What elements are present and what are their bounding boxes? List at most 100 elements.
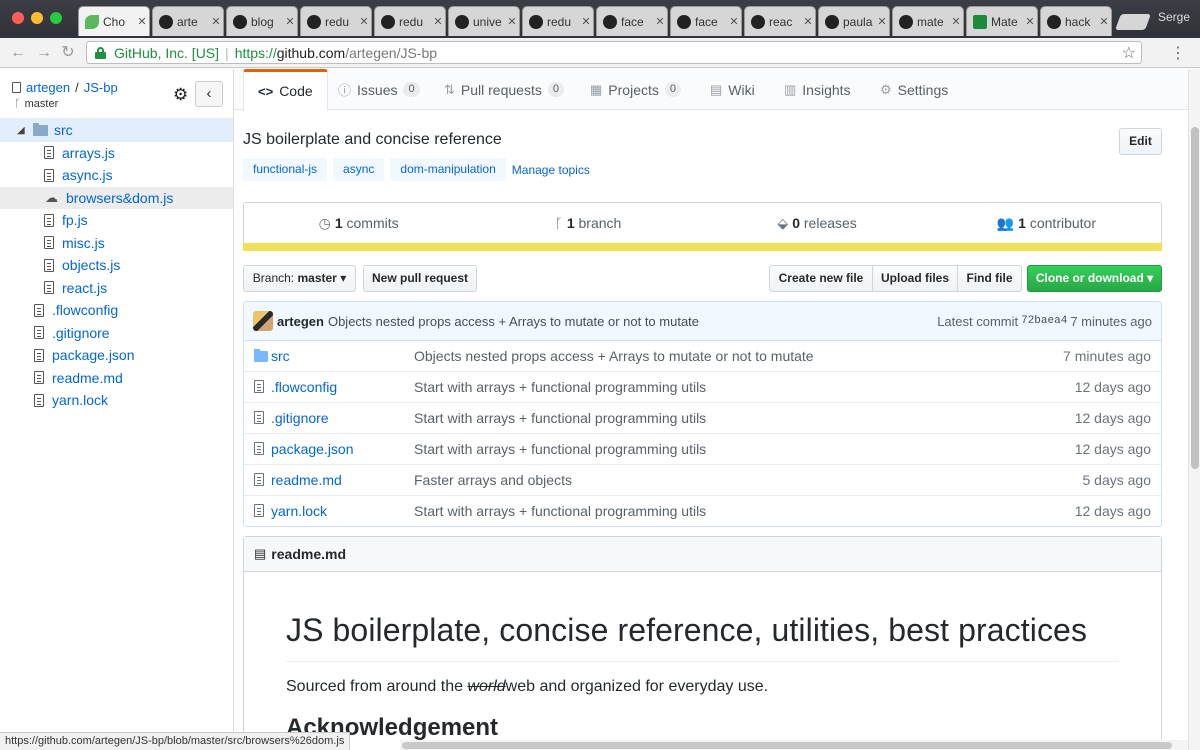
profile-name[interactable]: Serge [1158,10,1190,24]
tab-issues[interactable]: ⓘ Issues 0 [324,69,434,110]
ev-certificate-label[interactable]: GitHub, Inc. [US] [114,45,219,61]
tree-file[interactable]: misc.js [0,232,233,255]
file-name-link[interactable]: src [271,348,414,364]
close-icon[interactable]: ✕ [505,15,519,28]
browser-tab[interactable]: unive ✕ [448,6,520,36]
scrollbar-thumb[interactable] [1191,127,1199,469]
manage-topics-link[interactable]: Manage topics [512,163,590,177]
file-name-link[interactable]: readme.md [271,472,414,488]
tab-code[interactable]: <> Code [243,69,328,111]
close-icon[interactable]: ✕ [949,15,963,28]
close-icon[interactable]: ✕ [727,15,741,28]
close-icon[interactable]: ✕ [1023,15,1037,28]
close-icon[interactable]: ✕ [875,15,889,28]
address-bar[interactable]: GitHub, Inc. [US] | https://github.com/a… [86,41,1142,64]
tree-file[interactable]: react.js [0,277,233,300]
close-icon[interactable]: ✕ [431,15,445,28]
upload-files-button[interactable]: Upload files [872,265,958,292]
commit-sha[interactable]: 72baea4 [1021,315,1067,327]
edit-description-button[interactable]: Edit [1119,128,1162,155]
new-pull-request-button[interactable]: New pull request [363,265,477,292]
sidebar-repo-link[interactable]: JS-bp [84,80,118,95]
sidebar-owner-link[interactable]: artegen [26,80,70,95]
tab-settings[interactable]: ⚙ Settings [866,69,962,110]
expanded-arrow-icon[interactable]: ◢ [17,125,27,136]
branch-select-button[interactable]: Branch: master ▾ [243,265,356,292]
file-name-link[interactable]: yarn.lock [271,503,414,519]
browser-tab[interactable]: Mate ✕ [966,6,1038,36]
browser-tab[interactable]: arte ✕ [152,6,224,36]
tree-file[interactable]: readme.md [0,367,233,390]
topic-tag[interactable]: dom-manipulation [390,158,506,181]
file-name-link[interactable]: .gitignore [271,410,414,426]
tree-file[interactable]: ☁ browsers&dom.js [0,186,233,209]
tree-file[interactable]: arrays.js [0,142,233,165]
file-commit-message[interactable]: Objects nested props access + Arrays to … [414,348,1011,364]
close-icon[interactable]: ✕ [357,15,371,28]
browser-tab[interactable]: face ✕ [670,6,742,36]
close-icon[interactable]: ✕ [653,15,667,28]
commit-author[interactable]: artegen [277,314,324,329]
tree-file[interactable]: yarn.lock [0,389,233,412]
close-window-button[interactable] [12,12,24,24]
topic-tag[interactable]: async [333,158,385,181]
file-commit-message[interactable]: Start with arrays + functional programmi… [414,441,1011,457]
zoom-window-button[interactable] [50,12,62,24]
tab-projects[interactable]: ▦ Projects 0 [576,69,695,110]
file-commit-message[interactable]: Start with arrays + functional programmi… [414,379,1011,395]
file-name-link[interactable]: package.json [271,441,414,457]
avatar[interactable] [253,311,273,331]
tree-file[interactable]: package.json [0,344,233,367]
forward-arrow-icon[interactable]: → [34,43,54,63]
browser-tab[interactable]: redu ✕ [522,6,594,36]
browser-tab[interactable]: blog ✕ [226,6,298,36]
tree-file[interactable]: .gitignore [0,322,233,345]
browser-tab[interactable]: reac ✕ [744,6,816,36]
close-icon[interactable]: ✕ [283,15,297,28]
language-bar[interactable] [243,243,1162,251]
file-commit-message[interactable]: Start with arrays + functional programmi… [414,410,1011,426]
gear-icon[interactable]: ⚙ [173,85,188,105]
browser-tab[interactable]: hack ✕ [1040,6,1112,36]
back-arrow-icon[interactable]: ← [8,43,28,63]
horizontal-scrollbar-thumb[interactable] [402,742,1172,749]
collapse-sidebar-button[interactable]: ‹ [195,81,223,107]
tree-file[interactable]: objects.js [0,254,233,277]
browser-tab[interactable]: paula ✕ [818,6,890,36]
browser-tab[interactable]: redu ✕ [374,6,446,36]
tree-file[interactable]: fp.js [0,209,233,232]
tab-pull-requests[interactable]: ⇅ Pull requests 0 [430,69,578,110]
commit-message[interactable]: Objects nested props access + Arrays to … [328,314,937,329]
find-file-button[interactable]: Find file [957,265,1022,292]
file-commit-message[interactable]: Faster arrays and objects [414,472,1011,488]
bookmark-star-icon[interactable]: ☆ [1122,43,1136,63]
horizontal-scrollbar[interactable] [400,740,1188,750]
tree-file[interactable]: .flowconfig [0,299,233,322]
file-commit-message[interactable]: Start with arrays + functional programmi… [414,503,1011,519]
tab-insights[interactable]: ▥ Insights [770,69,865,110]
topic-tag[interactable]: functional-js [243,158,328,181]
close-icon[interactable]: ✕ [579,15,593,28]
vertical-scrollbar[interactable] [1188,69,1200,750]
tab-wiki[interactable]: ▤ Wiki [696,69,769,110]
tree-folder-src[interactable]: ◢ src [0,119,233,142]
file-age: 12 days ago [1074,503,1151,519]
close-icon[interactable]: ✕ [209,15,223,28]
clone-download-button[interactable]: Clone or download ▾ [1027,265,1162,292]
file-name-link[interactable]: .flowconfig [271,379,414,395]
minimize-window-button[interactable] [31,12,43,24]
close-icon[interactable]: ✕ [1097,15,1111,28]
browser-tab[interactable]: face ✕ [596,6,668,36]
caret-down-icon: ▾ [1147,271,1154,285]
browser-tab[interactable]: mate ✕ [892,6,964,36]
close-icon[interactable]: ✕ [801,15,815,28]
close-icon[interactable]: ✕ [135,15,149,28]
new-tab-button[interactable] [1115,14,1151,30]
browser-tab[interactable]: redu ✕ [300,6,372,36]
browser-menu-icon[interactable]: ⋮ [1170,43,1186,63]
reload-icon[interactable]: ↻ [58,43,78,63]
create-new-file-button[interactable]: Create new file [769,265,873,292]
tree-file[interactable]: async.js [0,164,233,187]
sidebar-branch-name: master [24,98,59,110]
browser-tab[interactable]: Cho ✕ [78,6,150,36]
